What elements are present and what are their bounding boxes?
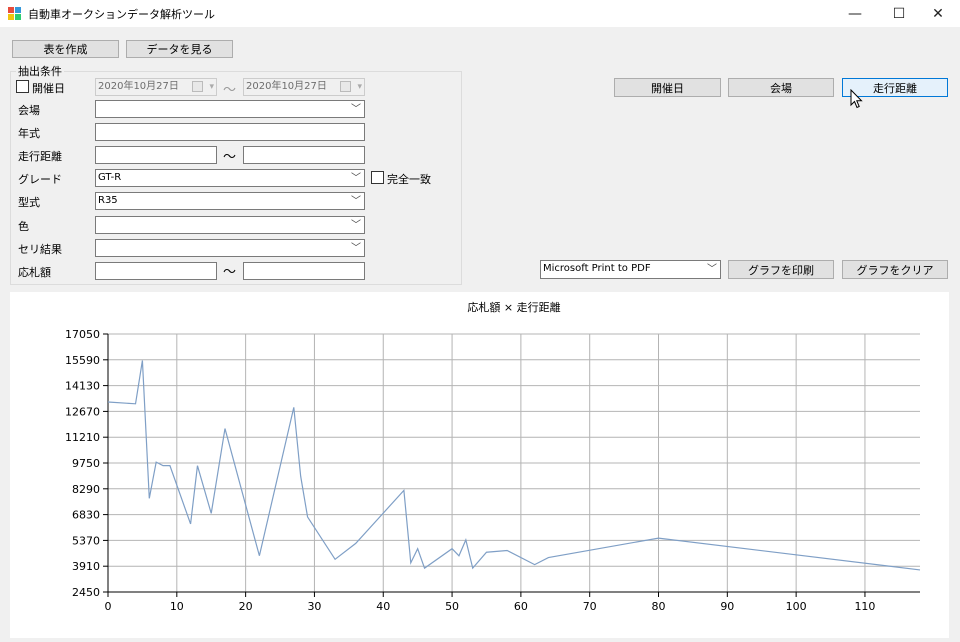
color-label: 色 bbox=[18, 220, 29, 233]
calendar-icon bbox=[340, 81, 351, 92]
x-tick-label: 40 bbox=[376, 600, 390, 613]
axis-venue-button[interactable]: 会場 bbox=[728, 78, 834, 97]
color-combobox[interactable]: ﹀ bbox=[95, 216, 365, 234]
bid-amount-to-input[interactable] bbox=[243, 262, 365, 280]
y-tick-label: 5370 bbox=[72, 534, 100, 547]
x-tick-label: 20 bbox=[239, 600, 253, 613]
date-label: 開催日 bbox=[32, 82, 65, 95]
grade-label: グレード bbox=[18, 173, 62, 186]
mileage-range-separator: ～ bbox=[223, 150, 237, 165]
title-bar: 自動車オークションデータ解析ツール — ☐ ✕ bbox=[0, 0, 960, 27]
chevron-down-icon: ﹀ bbox=[351, 104, 361, 115]
chevron-down-icon: ﹀ bbox=[351, 196, 361, 207]
date-from-picker[interactable]: 2020年10月27日 ▾ bbox=[95, 78, 217, 96]
chevron-down-icon: ﹀ bbox=[351, 243, 361, 254]
clear-graph-button[interactable]: グラフをクリア bbox=[842, 260, 948, 279]
create-table-button[interactable]: 表を作成 bbox=[12, 40, 119, 58]
close-icon[interactable]: ✕ bbox=[916, 0, 960, 27]
chevron-down-icon: ▾ bbox=[357, 82, 362, 92]
x-tick-label: 70 bbox=[583, 600, 597, 613]
model-combobox[interactable]: R35 ﹀ bbox=[95, 192, 365, 210]
y-tick-label: 17050 bbox=[65, 328, 100, 341]
x-tick-label: 30 bbox=[307, 600, 321, 613]
date-checkbox[interactable] bbox=[16, 80, 29, 93]
date-to-value: 2020年10月27日 bbox=[246, 81, 327, 92]
mouse-cursor-icon bbox=[850, 89, 863, 109]
chart-panel: 応札額 × 走行距離 2450 3910 5370 6830 8290 9750 11210 1… bbox=[10, 292, 949, 638]
x-tick-label: 90 bbox=[720, 600, 734, 613]
exact-match-label: 完全一致 bbox=[387, 173, 431, 186]
view-data-button[interactable]: データを見る bbox=[126, 40, 233, 58]
model-value: R35 bbox=[98, 195, 118, 206]
chevron-down-icon: ﹀ bbox=[351, 220, 361, 231]
filter-group-title: 抽出条件 bbox=[16, 63, 64, 79]
print-graph-button[interactable]: グラフを印刷 bbox=[728, 260, 834, 279]
year-label: 年式 bbox=[18, 127, 40, 140]
chevron-down-icon: ﹀ bbox=[707, 264, 717, 275]
x-tick-label: 80 bbox=[652, 600, 666, 613]
x-tick-label: 10 bbox=[170, 600, 184, 613]
chart-title: 応札額 × 走行距離 bbox=[467, 300, 560, 314]
bid-amount-from-input[interactable] bbox=[95, 262, 217, 280]
bid-amount-label: 応札額 bbox=[18, 266, 51, 279]
grade-combobox[interactable]: GT-R ﹀ bbox=[95, 169, 365, 187]
model-label: 型式 bbox=[18, 196, 40, 209]
y-tick-label: 14130 bbox=[65, 380, 100, 393]
mileage-from-input[interactable] bbox=[95, 146, 217, 164]
printer-value: Microsoft Print to PDF bbox=[543, 263, 651, 274]
y-tick-label: 3910 bbox=[72, 560, 100, 573]
x-tick-label: 50 bbox=[445, 600, 459, 613]
axis-date-button[interactable]: 開催日 bbox=[614, 78, 721, 97]
y-tick-label: 15590 bbox=[65, 354, 100, 367]
y-tick-label: 2450 bbox=[72, 586, 100, 599]
venue-combobox[interactable]: ﹀ bbox=[95, 100, 365, 118]
calendar-icon bbox=[192, 81, 203, 92]
chevron-down-icon: ▾ bbox=[209, 82, 214, 92]
app-icon bbox=[8, 7, 21, 20]
y-tick-label: 6830 bbox=[72, 509, 100, 522]
year-input[interactable] bbox=[95, 123, 365, 141]
x-tick-label: 0 bbox=[105, 600, 112, 613]
date-to-picker[interactable]: 2020年10月27日 ▾ bbox=[243, 78, 365, 96]
auction-result-combobox[interactable]: ﹀ bbox=[95, 239, 365, 257]
line-chart: 応札額 × 走行距離 2450 3910 5370 6830 8290 9750 11210 1… bbox=[65, 300, 921, 613]
date-range-separator: ～ bbox=[223, 83, 237, 98]
mileage-to-input[interactable] bbox=[243, 146, 365, 164]
venue-label: 会場 bbox=[18, 104, 40, 117]
grade-value: GT-R bbox=[98, 172, 122, 183]
date-from-value: 2020年10月27日 bbox=[98, 81, 179, 92]
series-line bbox=[107, 360, 921, 571]
printer-combobox[interactable]: Microsoft Print to PDF ﹀ bbox=[540, 260, 721, 279]
y-tick-label: 11210 bbox=[65, 431, 100, 444]
y-tick-label: 8290 bbox=[72, 483, 100, 496]
y-tick-label: 12670 bbox=[65, 405, 100, 418]
minimize-icon[interactable]: — bbox=[833, 0, 877, 27]
mileage-label: 走行距離 bbox=[18, 150, 62, 163]
exact-match-checkbox[interactable] bbox=[371, 171, 384, 184]
bid-amount-range-separator: ～ bbox=[223, 265, 237, 280]
window-title: 自動車オークションデータ解析ツール bbox=[28, 8, 215, 21]
maximize-icon[interactable]: ☐ bbox=[877, 0, 921, 27]
y-tick-label: 9750 bbox=[72, 457, 100, 470]
chevron-down-icon: ﹀ bbox=[351, 173, 361, 184]
x-tick-label: 110 bbox=[854, 600, 875, 613]
x-tick-label: 100 bbox=[786, 600, 807, 613]
auction-result-label: セリ結果 bbox=[18, 243, 62, 256]
x-tick-label: 60 bbox=[514, 600, 528, 613]
